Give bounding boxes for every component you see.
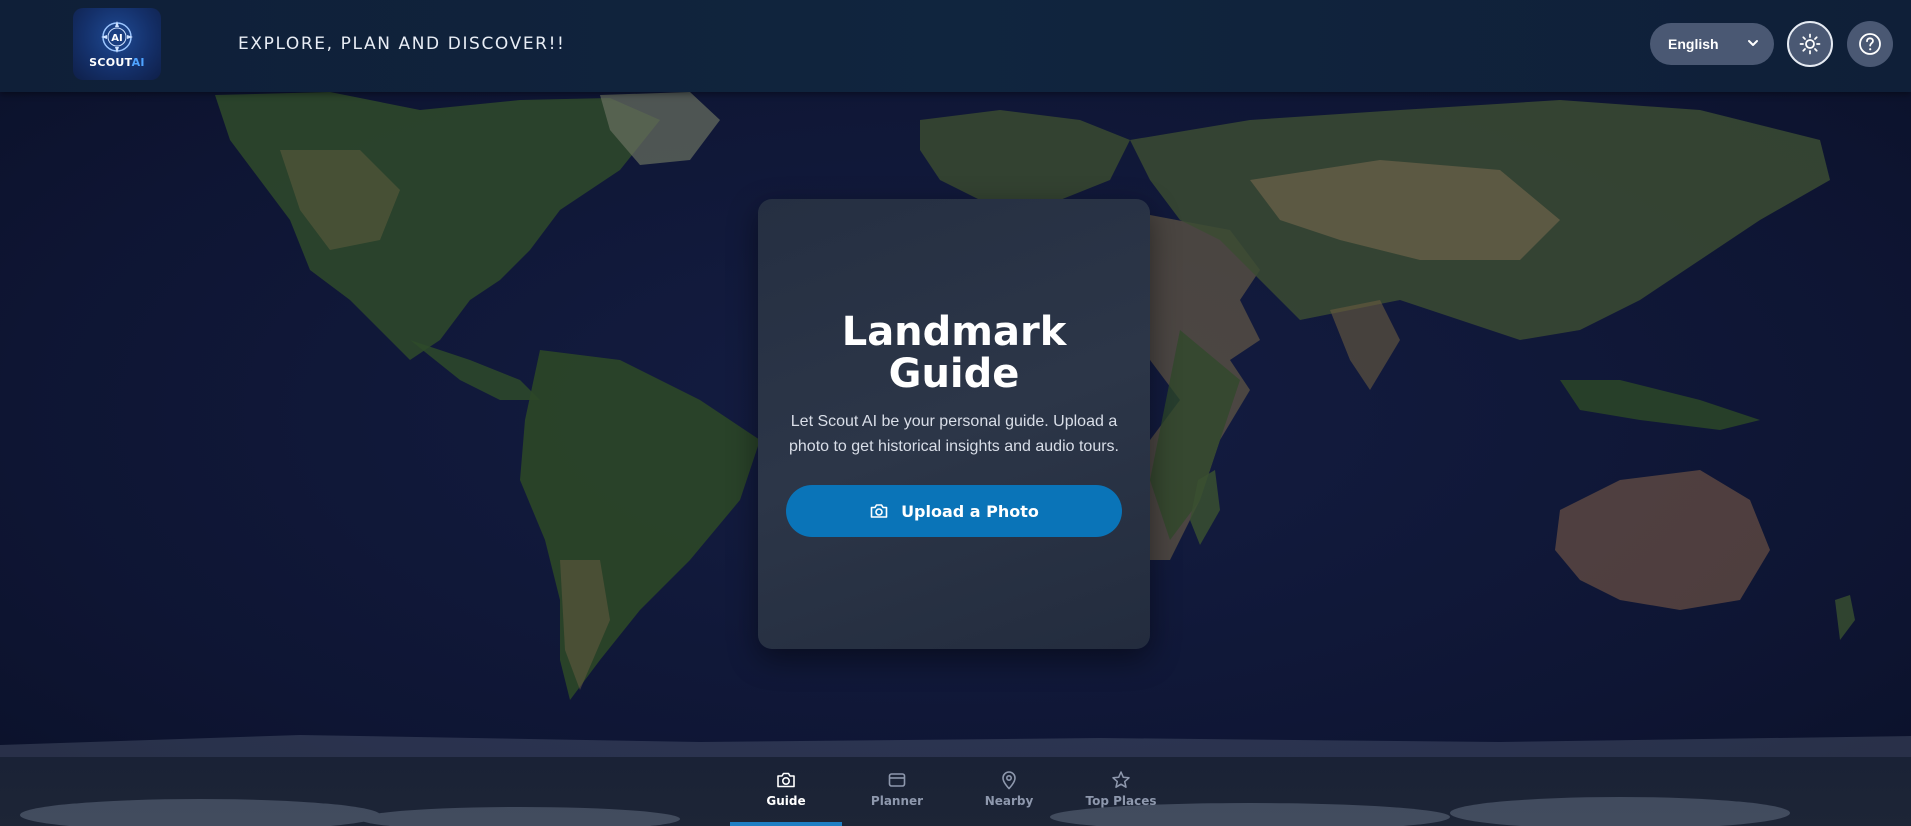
card-description-line-2: photo to get historical insights and aud… [789, 438, 1119, 455]
continent-north-america [215, 92, 660, 360]
tab-nearby[interactable]: Nearby [953, 757, 1065, 826]
logo-brand-suffix: AI [131, 56, 145, 69]
tab-guide-label: Guide [766, 794, 806, 808]
theme-toggle-button[interactable] [1787, 21, 1833, 67]
logo-brand-name: SCOUT [89, 56, 132, 69]
tab-planner-label: Planner [870, 794, 924, 808]
logo-emblem-text: AI [111, 33, 122, 44]
card-title-line-2: Guide [888, 351, 1020, 397]
tab-planner[interactable]: Planner [841, 757, 953, 826]
star-icon [1112, 771, 1130, 788]
continent-europe [920, 110, 1130, 210]
top-bar: AI SCOUTAI EXPLORE, PLAN AND DISCOVER!! … [0, 0, 1911, 92]
language-selected-value: English [1668, 36, 1719, 52]
ticket-icon [888, 773, 906, 787]
upload-photo-button[interactable]: Upload a Photo [786, 485, 1122, 537]
upload-photo-label: Upload a Photo [901, 501, 1039, 521]
active-tab-indicator [730, 822, 842, 826]
compass-icon: AI [101, 21, 133, 53]
question-circle-icon [1859, 33, 1881, 55]
map-pin-icon [1002, 771, 1016, 790]
bottom-navigation: Guide Planner Nearby Top Places [0, 757, 1911, 826]
camera-icon [777, 772, 795, 788]
tab-nearby-label: Nearby [984, 794, 1034, 808]
tagline: EXPLORE, PLAN AND DISCOVER!! [238, 34, 566, 54]
tab-guide[interactable]: Guide [730, 757, 842, 826]
chevron-down-icon [1748, 40, 1758, 46]
scout-ai-logo[interactable]: AI SCOUTAI [73, 8, 161, 80]
card-description-line-1: Let Scout AI be your personal guide. Upl… [790, 413, 1118, 430]
continent-south-america [520, 350, 760, 700]
card-description: Let Scout AI be your personal guide. Upl… [784, 409, 1124, 459]
card-title-line-1: Landmark [841, 309, 1067, 355]
landmark-guide-card: Landmark Guide Let Scout AI be your pers… [758, 199, 1150, 649]
card-title: Landmark Guide [758, 311, 1150, 395]
camera-icon [870, 504, 888, 518]
tab-top-places[interactable]: Top Places [1065, 757, 1177, 826]
help-button[interactable] [1847, 21, 1893, 67]
tab-top-places-label: Top Places [1085, 794, 1157, 808]
logo-wordmark: SCOUTAI [89, 56, 145, 69]
sun-icon [1799, 33, 1821, 55]
language-select[interactable]: English [1650, 23, 1774, 65]
continent-australia [1555, 470, 1770, 610]
